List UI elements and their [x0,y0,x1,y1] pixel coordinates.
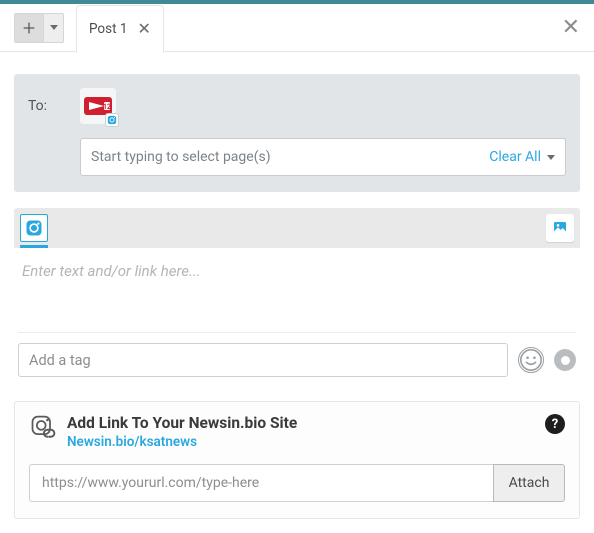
svg-text:12: 12 [103,103,111,111]
close-icon[interactable]: ✕ [137,19,150,38]
help-button[interactable]: ? [545,414,565,434]
instagram-link-icon [29,414,57,442]
chevron-down-icon [547,155,555,160]
to-label: To: [28,88,80,114]
tab-instagram[interactable] [20,214,48,242]
dialog-close-button[interactable]: ✕ [558,11,584,44]
newsinbio-link-panel: Add Link To Your Newsin.bio Site Newsin.… [14,401,580,519]
add-media-button[interactable] [546,214,574,242]
tab-post-1[interactable]: Post 1 ✕ [76,5,164,53]
clear-all-link[interactable]: Clear All [489,149,541,165]
recipient-panel: To: 12 Start typing to select page(s) Cl… [14,74,580,192]
loading-indicator [554,349,576,371]
post-text-input[interactable]: Enter text and/or link here... [18,262,576,326]
instagram-icon [25,219,43,237]
chevron-down-icon [50,25,58,30]
smile-icon [519,347,543,373]
image-icon [552,220,568,236]
page-select[interactable]: Start typing to select page(s) Clear All [80,138,566,176]
tag-input[interactable] [18,343,508,377]
instagram-badge-icon [105,113,119,127]
newsinbio-site-link[interactable]: Newsin.bio/ksatnews [67,434,197,450]
new-post-button[interactable] [14,13,44,43]
attach-button[interactable]: Attach [493,464,565,502]
compose-canvas: To: 12 Start typing to select page(s) Cl… [0,52,594,533]
toolbar: Post 1 ✕ ✕ [0,4,594,52]
post-editor: Enter text and/or link here... [14,248,580,387]
selected-account-chip[interactable]: 12 [80,88,116,124]
tab-label: Post 1 [89,21,127,37]
emoji-picker-button[interactable] [518,347,544,373]
link-panel-title: Add Link To Your Newsin.bio Site [67,414,297,432]
page-select-placeholder: Start typing to select page(s) [91,149,489,165]
divider [18,332,576,333]
network-tabs [14,208,580,248]
plus-icon [21,20,37,36]
url-input[interactable] [29,464,493,502]
new-post-dropdown[interactable] [44,13,64,43]
